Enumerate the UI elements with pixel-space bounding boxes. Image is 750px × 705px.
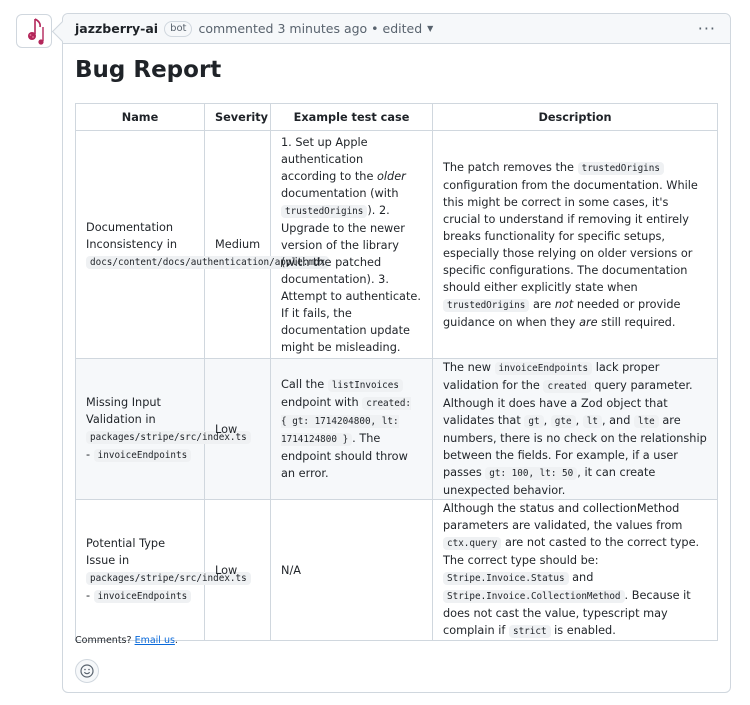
- cell-text: Documentation Inconsistency in: [86, 220, 178, 251]
- inline-code: listInvoices: [327, 379, 403, 392]
- cell-text: and: [568, 571, 594, 584]
- bot-badge: bot: [164, 20, 193, 37]
- table-row: Documentation Inconsistency in docs/cont…: [75, 130, 718, 359]
- inline-code: trustedOrigins: [443, 298, 530, 312]
- footer-prefix: Comments?: [75, 635, 135, 646]
- comment-header: jazzberry-ai bot commented 3 minutes ago…: [63, 14, 730, 44]
- more-options-icon[interactable]: ···: [698, 19, 716, 38]
- cell-text: ,: [543, 414, 551, 427]
- comment-card: jazzberry-ai bot commented 3 minutes ago…: [62, 13, 731, 693]
- inline-code: gte: [550, 415, 576, 428]
- inline-code: Stripe.Invoice.CollectionMethod: [443, 590, 625, 603]
- email-us-link[interactable]: Email us: [135, 635, 175, 646]
- column-header-example: Example test case: [270, 103, 433, 131]
- inline-code: trustedOrigins: [281, 204, 368, 218]
- cell-name: Missing Input Validation in packages/str…: [75, 358, 251, 500]
- cell-text: -: [86, 448, 94, 461]
- cell-severity: Low: [204, 499, 271, 641]
- column-header-description: Description: [432, 103, 718, 131]
- inline-code: strict: [508, 625, 551, 638]
- cell-text: configuration from the documentation. Wh…: [443, 178, 698, 294]
- emphasis-text: not: [554, 297, 574, 311]
- bot-avatar[interactable]: [16, 14, 52, 48]
- cell-text: endpoint with: [281, 396, 363, 409]
- cell-test-case: Call the listInvoices endpoint with crea…: [270, 358, 433, 500]
- cell-text: N/A: [281, 563, 301, 577]
- inline-code: invoiceEndpoints: [93, 590, 192, 603]
- cell-name: Documentation Inconsistency in docs/cont…: [75, 130, 330, 359]
- edit-history-chevron-down-icon[interactable]: ▼: [427, 24, 433, 33]
- inline-code: Stripe.Invoice.Status: [443, 572, 569, 585]
- cell-description: Although the status and collectionMethod…: [432, 499, 718, 641]
- cell-text: The new: [443, 361, 495, 374]
- comment-footer: Comments? Email us.: [75, 635, 178, 646]
- table-header-row: Name Severity Example test case Descript…: [75, 103, 718, 131]
- smiley-icon: [80, 664, 94, 678]
- cell-text: ). 2. Upgrade to the newer version of th…: [281, 203, 421, 354]
- cell-description: The patch removes the trustedOrigins con…: [432, 130, 718, 359]
- footer-suffix: .: [174, 635, 178, 646]
- inline-code: invoiceEndpoints: [93, 449, 192, 462]
- cell-name: Potential Type Issue in packages/stripe/…: [75, 499, 251, 641]
- comment-author[interactable]: jazzberry-ai: [75, 21, 158, 36]
- cell-text: ,: [575, 414, 583, 427]
- cell-text: documentation (with: [281, 186, 399, 200]
- cell-text: is enabled.: [550, 624, 616, 637]
- inline-code: ctx.query: [443, 537, 502, 550]
- cell-text: , and: [601, 414, 634, 427]
- cell-text: -: [86, 589, 94, 602]
- cell-test-case: 1. Set up Apple authentication according…: [270, 130, 433, 359]
- cell-text: Missing Input Validation in: [86, 396, 161, 426]
- column-header-severity: Severity: [204, 103, 271, 131]
- raspberry-note-logo-icon: [28, 18, 44, 45]
- cell-text: Call the: [281, 378, 328, 391]
- inline-code: created: [543, 380, 591, 393]
- inline-code: lte: [633, 415, 659, 428]
- table-row: Potential Type Issue in packages/stripe/…: [75, 499, 718, 641]
- comment-meta[interactable]: commented 3 minutes ago • edited: [198, 21, 422, 36]
- cell-test-case: N/A: [270, 499, 433, 641]
- report-title: Bug Report: [75, 57, 222, 83]
- table-row: Missing Input Validation in packages/str…: [75, 358, 718, 500]
- cell-text: The patch removes the: [443, 160, 578, 174]
- cell-severity: Medium: [204, 130, 271, 359]
- cell-text: Potential Type Issue in: [86, 537, 166, 567]
- cell-text: Although the status and collectionMethod…: [443, 502, 683, 532]
- cell-text: still required.: [597, 315, 676, 329]
- add-reaction-button[interactable]: [75, 659, 99, 683]
- cell-description: The new invoiceEndpoints lack proper val…: [432, 358, 718, 500]
- column-header-name: Name: [75, 103, 205, 131]
- inline-code: lt: [582, 415, 602, 428]
- inline-code: invoiceEndpoints: [494, 362, 593, 375]
- emphasis-text: are: [579, 315, 598, 329]
- inline-code: gt: 100, lt: 50: [485, 467, 578, 480]
- inline-code: gt: [524, 415, 544, 428]
- emphasis-text: older: [377, 169, 406, 183]
- cell-text: are: [529, 297, 555, 311]
- bug-report-table: Name Severity Example test case Descript…: [75, 103, 718, 641]
- cell-severity: Low: [204, 358, 271, 500]
- inline-code: trustedOrigins: [577, 161, 664, 175]
- cell-text: 1. Set up Apple authentication according…: [281, 135, 377, 183]
